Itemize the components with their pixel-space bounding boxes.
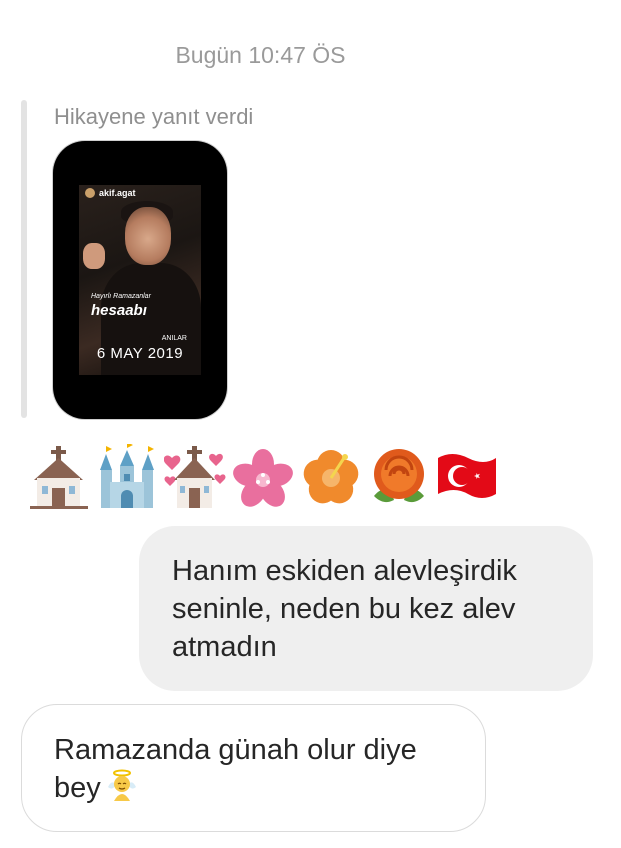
cherry-blossom-icon [233, 449, 293, 507]
emoji-message[interactable] [28, 442, 498, 510]
castle-icon [100, 444, 154, 508]
story-date: 6 MAY 2019 [96, 345, 184, 362]
reply-quote-bar [21, 100, 27, 418]
story-person-hand [83, 243, 105, 269]
story-memories-tag: ANILAR [161, 335, 187, 342]
story-thumbnail[interactable]: akif.agat Hayırlı Ramazanlar hesaabı ANI… [53, 141, 227, 419]
story-reply-label: Hikayene yanıt verdi [54, 104, 254, 129]
church-icon [30, 446, 88, 509]
sent-message-bubble[interactable]: Hanım eskiden alevleşirdik seninle, nede… [139, 526, 593, 691]
story-caption-small: Hayırlı Ramazanlar [91, 293, 151, 300]
story-avatar [85, 188, 95, 198]
sent-message-text: Hanım eskiden alevleşirdik seninle, nede… [172, 555, 517, 663]
rose-icon [374, 449, 424, 503]
story-username-text: akif.agat [99, 188, 136, 198]
angel-icon [107, 769, 136, 801]
hibiscus-icon [303, 450, 359, 504]
story-image: akif.agat Hayırlı Ramazanlar hesaabı ANI… [79, 185, 201, 375]
turkey-flag-icon [438, 454, 496, 498]
wedding-church-icon [164, 446, 226, 508]
message-timestamp: Bugün 10:47 ÖS [175, 42, 346, 68]
received-message-bubble[interactable]: Ramazanda günah olur diye bey [21, 704, 486, 832]
story-caption-big: hesaabı [91, 302, 147, 319]
story-username: akif.agat [85, 188, 136, 198]
story-person-face [125, 207, 171, 265]
